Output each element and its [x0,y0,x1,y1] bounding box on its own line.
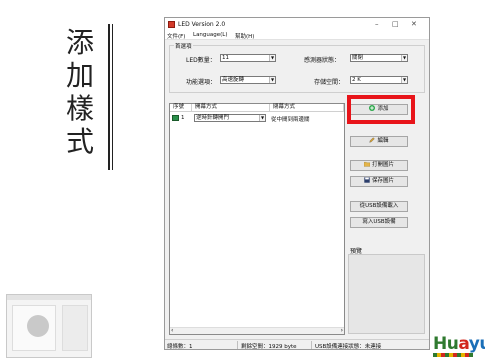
title-bar: LED Version 2.0 – □ ✕ [165,18,429,31]
slide-thumbnail [6,294,92,358]
title-divider-thin [112,24,113,170]
logo-underline [433,353,473,357]
close-button[interactable]: ✕ [411,20,417,28]
menu-help[interactable]: 幫助(H) [235,32,254,40]
save-icon [364,177,370,183]
horizontal-scrollbar[interactable]: ‹ › [170,327,344,334]
thumbnail-titlebar [7,295,91,300]
app-window: LED Version 2.0 – □ ✕ 文件(F) Language(L) … [164,17,430,350]
sensor-label: 感測器狀態： [304,57,341,64]
title-divider [108,24,110,170]
chevron-down-icon: ▼ [401,77,407,83]
column-header-open[interactable]: 開幕方式 [192,104,270,112]
slide-title-char: 樣 [65,92,94,125]
write-to-usb-button-label: 寫入USB設備 [362,219,396,225]
chevron-down-icon: ▼ [401,55,407,61]
image-icon [172,115,179,121]
preferences-group: 首選項 LED數量： 11 ▼ 感測器狀態： 關閉 ▼ 功能選項： 高速旋轉 ▼… [169,42,425,93]
row-index: 1 [181,115,185,121]
slide-title-char: 加 [65,59,94,92]
edit-button[interactable]: 編輯 [350,136,408,147]
preview-panel [348,254,425,334]
function-label: 功能選項： [186,79,217,86]
menu-bar: 文件(F) Language(L) 幫助(H) [165,31,429,40]
status-free-space: 剩餘空間：1929 byte [241,344,297,350]
load-from-usb-button-label: 從USB設備載入 [359,203,399,209]
led-count-value: 11 [222,55,229,61]
write-to-usb-button[interactable]: 寫入USB設備 [350,217,408,228]
row-open-value: 逆時針轉開門 [196,115,230,121]
menu-file[interactable]: 文件(F) [167,32,185,40]
status-usb: USB設備連接狀態：未連接 [315,344,382,350]
save-image-button-label: 保存圖片 [371,178,394,184]
column-header-close[interactable]: 閉幕方式 [270,104,344,112]
column-header-index[interactable]: 序號 [170,104,192,112]
status-separator [311,341,312,349]
scroll-left-icon[interactable]: ‹ [171,328,173,334]
status-count: 總條數：1 [167,344,193,350]
open-image-button[interactable]: 打開圖片 [350,160,408,171]
led-count-select[interactable]: 11 ▼ [220,54,276,62]
storage-label: 存儲空間： [314,79,345,86]
thumbnail-circle [27,315,49,337]
app-icon [168,21,175,28]
style-list[interactable]: 序號 開幕方式 閉幕方式 1 逆時針轉開門 ▼ 從中間到兩邊關 ‹ › [169,103,345,335]
huayu-logo: Huayu [433,334,485,354]
window-title: LED Version 2.0 [178,21,226,28]
pencil-icon [369,137,376,143]
slide-title-char: 式 [65,125,94,158]
row-open-select[interactable]: 逆時針轉開門 ▼ [194,114,266,122]
status-separator [237,341,238,349]
row-close-value: 從中間到兩邊關 [271,117,310,123]
maximize-button[interactable]: □ [392,20,399,28]
load-from-usb-button[interactable]: 從USB設備載入 [350,201,408,212]
slide-title: 添 加 樣 式 [60,26,100,158]
chevron-down-icon: ▼ [269,77,275,83]
function-value: 高速旋轉 [222,77,245,83]
preferences-group-label: 首選項 [174,42,193,50]
menu-language[interactable]: Language(L) [193,32,228,38]
thumbnail-right-panel [62,305,88,351]
edit-button-label: 編輯 [377,138,389,144]
slide-title-char: 添 [65,26,94,59]
save-image-button[interactable]: 保存圖片 [350,176,408,187]
led-count-label: LED數量： [186,57,216,64]
folder-open-icon [363,162,370,167]
scroll-right-icon[interactable]: › [341,328,343,334]
chevron-down-icon: ▼ [269,55,275,61]
status-bar: 總條數：1 剩餘空間：1929 byte USB設備連接狀態：未連接 [165,339,429,350]
storage-value: 2 K [352,77,361,83]
highlight-box [347,95,415,124]
storage-select[interactable]: 2 K ▼ [350,76,408,84]
minimize-button[interactable]: – [375,20,379,28]
open-image-button-label: 打開圖片 [371,162,394,168]
function-select[interactable]: 高速旋轉 ▼ [220,76,276,84]
sensor-select[interactable]: 關閉 ▼ [350,54,408,62]
sensor-value: 關閉 [352,55,364,61]
chevron-down-icon: ▼ [259,115,265,121]
